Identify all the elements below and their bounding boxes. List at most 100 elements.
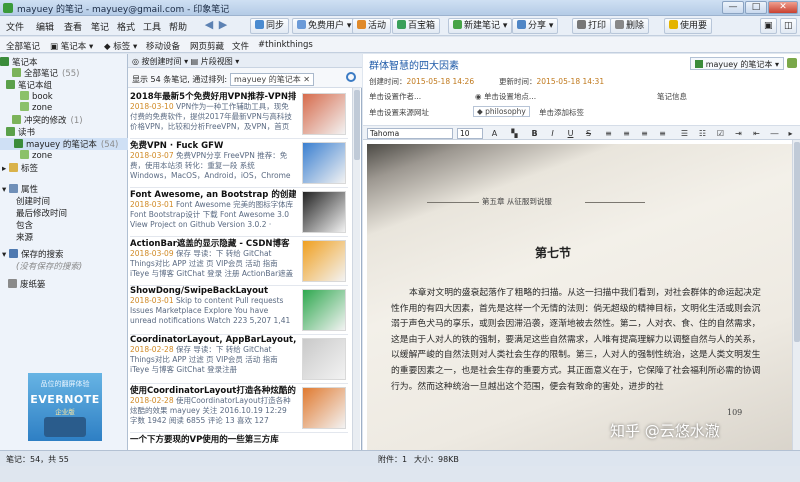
maximize-button[interactable]: □ (745, 1, 767, 14)
forward-arrow-icon[interactable]: ▶ (216, 19, 230, 32)
underline-icon[interactable]: U (565, 128, 576, 139)
font-size-select[interactable]: 10 (457, 128, 483, 139)
note-item-date: 2018-03-01 (130, 200, 174, 209)
sidebar-item-all-notes[interactable]: 全部笔记 (55) (0, 67, 128, 79)
activity-button[interactable]: 活动 (352, 18, 392, 34)
notebook-icon (20, 102, 29, 111)
font-family-select[interactable]: Tahoma (367, 128, 453, 139)
tag-dropdown[interactable]: ◆ 标签 ▾ (104, 40, 137, 52)
minimize-button[interactable]: — (722, 1, 744, 14)
web-clip-link[interactable]: 网页剪藏 (190, 40, 224, 52)
mobile-link[interactable]: 移动设备 (146, 40, 180, 52)
menu-edit[interactable]: 编辑 (36, 20, 54, 33)
more-options-icon[interactable]: ▸ (785, 128, 796, 139)
menu-file[interactable]: 文件 (6, 20, 24, 33)
treasure-button[interactable]: 百宝箱 (392, 18, 441, 34)
menu-help[interactable]: 帮助 (169, 20, 187, 33)
sync-button[interactable]: 同步 (250, 18, 290, 34)
sidebar-item-zone[interactable]: zone (0, 102, 128, 114)
author-field[interactable]: 单击设置作者... (369, 91, 421, 102)
checkbox-icon[interactable]: ☑ (715, 128, 726, 139)
note-list-view-options[interactable]: ◎ 按创建时间 ▾ ▤ 片段视图 ▾ (128, 54, 362, 68)
outdent-icon[interactable]: ⇤ (751, 128, 762, 139)
align-left-icon[interactable]: ≡ (603, 128, 614, 139)
note-list-info: 显示 54 条笔记, 通过排列: mayuey 的笔记本 ✕ (128, 68, 362, 88)
note-list-item[interactable]: ShowDong/SwipeBackLayout 2018-03-01 Skip … (130, 286, 348, 335)
indent-icon[interactable]: ⇥ (733, 128, 744, 139)
nav-arrows: ◀ ▶ (202, 19, 230, 32)
sidebar-item-notebook-group[interactable]: 笔记本组 (0, 79, 128, 91)
menu-tools[interactable]: 工具 (143, 20, 161, 33)
back-arrow-icon[interactable]: ◀ (202, 19, 216, 32)
text-color-icon[interactable]: A (489, 128, 500, 139)
status-note-count: 笔记：54，共 55 (6, 455, 69, 464)
chapter-heading: 第五章 从征服到说服 (482, 197, 552, 206)
sidebar-tags-header[interactable]: ▸ 标签 (0, 162, 128, 174)
close-button[interactable]: ✕ (768, 1, 798, 14)
align-right-icon[interactable]: ≡ (639, 128, 650, 139)
sidebar-item-zone-child[interactable]: zone (0, 150, 128, 162)
note-list-scrollbar[interactable] (352, 88, 360, 450)
note-list-item[interactable]: ActionBar遮盖的显示隐藏 - CSDN博客 2018-03-09 保存 导… (130, 237, 348, 286)
note-title[interactable]: 群体智慧的四大因素 (369, 57, 459, 72)
location-field[interactable]: ◉ 单击设置地点... (475, 91, 536, 102)
sidebar-attr-contains[interactable]: 包含 (0, 219, 128, 231)
search-icon[interactable] (346, 72, 356, 82)
note-list-item[interactable]: 免费VPN · Fuck GFW 2018-03-07 免费VPN分享 FreeV… (130, 139, 348, 188)
sidebar-item-reading[interactable]: 读书 (0, 126, 128, 138)
menu-view[interactable]: 查看 (64, 20, 82, 33)
free-user-button[interactable]: 免费用户 ▾ (292, 18, 357, 34)
tag-chip[interactable]: ◆ philosophy (473, 106, 530, 117)
notebook-selector[interactable]: mayuey 的笔记本 ▾ (689, 57, 784, 70)
note-list-item[interactable]: 使用CoordinatorLayout打造各种炫酷的效果 2018-02-28 使… (130, 384, 348, 433)
scrollbar-thumb[interactable] (354, 90, 360, 160)
bullet-list-icon[interactable]: ☰ (679, 128, 690, 139)
delete-button[interactable]: 删除 (610, 18, 650, 34)
share-button[interactable]: 分享 ▾ (512, 18, 559, 34)
note-info-link[interactable]: 笔记信息 (657, 91, 687, 102)
print-button[interactable]: 打印 (572, 18, 612, 34)
sidebar-attr-created[interactable]: 创建时间 (0, 195, 128, 207)
help-button[interactable]: 使用要 (664, 18, 713, 34)
note-history-icon[interactable] (787, 58, 797, 68)
ad-subtitle: 企业版 (55, 408, 75, 416)
sidebar-item-trash[interactable]: 废纸篓 (0, 278, 128, 290)
note-editor: 群体智慧的四大因素 mayuey 的笔记本 ▾ 创建时间：2015-05-18 … (363, 54, 800, 450)
sidebar-attr-source[interactable]: 来源 (0, 231, 128, 243)
note-list-item[interactable]: 2018年最新5个免费好用VPN推荐-VPN排行网 2018-03-10 VPN作… (130, 90, 348, 139)
layout-toggle-button[interactable]: ◫ (780, 18, 797, 34)
sidebar-item-conflict[interactable]: 冲突的修改 (1) (0, 114, 128, 126)
note-list-item[interactable]: Font Awesome, an Bootstrap 的创建的图标字体2018-… (130, 188, 348, 237)
sidebar-attr-modified[interactable]: 最后修改时间 (0, 207, 128, 219)
align-justify-icon[interactable]: ≡ (657, 128, 668, 139)
bold-icon[interactable]: B (529, 128, 540, 139)
new-note-button[interactable]: 新建笔记 ▾ (448, 18, 513, 34)
align-center-icon[interactable]: ≡ (621, 128, 632, 139)
files-link[interactable]: 文件 (232, 40, 249, 52)
chapter-rule-left (427, 202, 479, 203)
sidebar-saved-search-header[interactable]: ▾ 保存的搜索 (0, 248, 128, 260)
scrollbar-thumb[interactable] (794, 142, 800, 342)
horizontal-rule-icon[interactable]: ― (769, 128, 780, 139)
numbered-list-icon[interactable]: ☷ (697, 128, 708, 139)
italic-icon[interactable]: I (547, 128, 558, 139)
menu-note[interactable]: 笔记 (91, 20, 109, 33)
highlight-icon[interactable]: ▚ (509, 128, 520, 139)
source-url-field[interactable]: 单击设置来源网址 (369, 107, 429, 118)
all-notes-link[interactable]: 全部笔记 (6, 40, 40, 52)
thinkthings-link[interactable]: #thinkthings (258, 40, 313, 50)
notebook-icon (14, 139, 23, 148)
editor-scrollbar[interactable] (792, 140, 800, 450)
sidebar-attributes-header[interactable]: ▾ 属性 (0, 183, 128, 195)
notebook-dropdown[interactable]: ▣ 笔记本 ▾ (50, 40, 93, 52)
view-toggle-button[interactable]: ▣ (760, 18, 777, 34)
evernote-business-ad[interactable]: 品位的翻屏体验 EVERNOTE 企业版 (28, 373, 102, 441)
sidebar-item-selected-notebook[interactable]: mayuey 的笔记本 (54) (0, 138, 128, 150)
note-list-item[interactable]: CoordinatorLayout, AppBarLayout, Toolbar… (130, 335, 348, 384)
menu-format[interactable]: 格式 (117, 20, 135, 33)
add-tag-field[interactable]: 单击添加标签 (539, 107, 584, 118)
strikethrough-icon[interactable]: S (583, 128, 594, 139)
note-item-snippet: 2018-03-09 保存 导读：下 转给 GitChat Things对比 A… (130, 249, 296, 279)
notebook-filter-chip[interactable]: mayuey 的笔记本 ✕ (230, 73, 314, 86)
treasure-icon (397, 20, 406, 29)
